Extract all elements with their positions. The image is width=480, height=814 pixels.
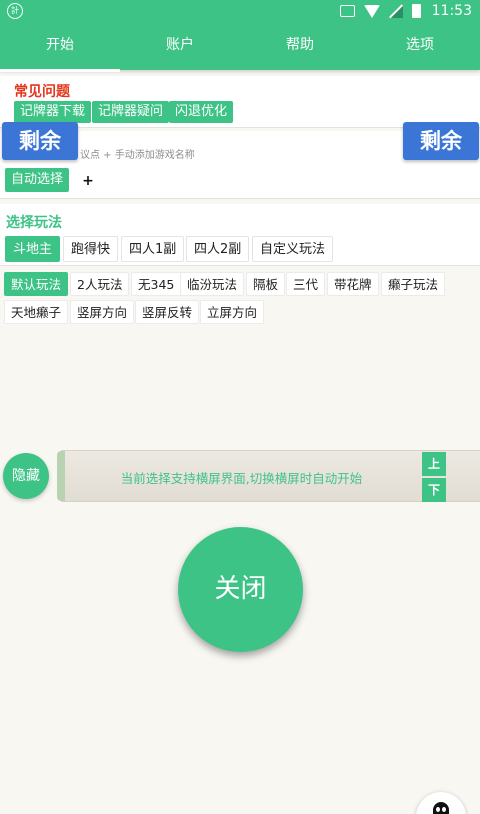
mode-paodekuai[interactable]: 跑得快 (63, 236, 119, 262)
mode-four-player-2-deck[interactable]: 四人2副 (186, 236, 250, 262)
tab-bar: 开始 账户 帮助 选项 (0, 22, 480, 72)
rule-upright[interactable]: 立屏方向 (200, 300, 265, 324)
app-notification-icon: 計 (7, 3, 23, 19)
remaining-cards-badge-left[interactable]: 剩余 (2, 122, 78, 160)
cast-icon (339, 5, 355, 17)
battery-icon (411, 4, 421, 18)
orientation-notice-bar: 当前选择支持横屏界面,切换横屏时自动开始 上 下 (57, 450, 480, 502)
close-button[interactable]: 关闭 (178, 527, 303, 652)
tab-start[interactable]: 开始 (0, 22, 120, 72)
rule-heaven-earth-wild[interactable]: 天地癞子 (4, 300, 69, 324)
rule-linfen[interactable]: 临汾玩法 (180, 272, 245, 296)
rule-variants: 默认玩法 2人玩法 无345 临汾玩法 隔板 三代 带花牌 癞子玩法 天地癞子 … (0, 269, 480, 329)
qq-penguin-icon (433, 802, 449, 814)
tab-options[interactable]: 选项 (360, 22, 480, 70)
faq-crash-fix-button[interactable]: 闪退优化 (169, 101, 234, 123)
rule-wildcard[interactable]: 癞子玩法 (381, 272, 446, 296)
faq-download-button[interactable]: 记牌器下载 (14, 101, 92, 123)
rule-two-player[interactable]: 2人玩法 (70, 272, 130, 296)
hide-button[interactable]: 隐藏 (3, 453, 49, 499)
mode-four-player-1-deck[interactable]: 四人1副 (121, 236, 185, 262)
qq-float-button[interactable] (416, 792, 466, 814)
tab-account[interactable]: 账户 (120, 22, 240, 70)
faq-card: 常见问题 记牌器下载 记牌器疑问 闪退优化 (0, 76, 480, 128)
rule-no-345[interactable]: 无345 (131, 272, 182, 296)
tab-help[interactable]: 帮助 (240, 22, 360, 70)
rule-portrait[interactable]: 竖屏方向 (70, 300, 135, 324)
play-mode-title: 选择玩法 (6, 215, 62, 231)
mode-doudizhu[interactable]: 斗地主 (5, 236, 61, 262)
status-bar: 計 11:53 (0, 0, 480, 22)
faq-title: 常见问题 (14, 84, 70, 100)
add-game-button[interactable]: + (78, 169, 98, 193)
add-game-hint: 议点 + 手动添加游戏名称 (80, 150, 195, 161)
rule-default[interactable]: 默认玩法 (4, 272, 69, 296)
rule-three-with[interactable]: 三代 (286, 272, 326, 296)
mode-custom[interactable]: 自定义玩法 (252, 236, 334, 262)
scroll-up-button[interactable]: 上 (422, 452, 446, 476)
play-mode-card: 选择玩法 斗地主 跑得快 四人1副 四人2副 自定义玩法 (0, 204, 480, 266)
system-icons: 11:53 (339, 2, 472, 20)
no-signal-icon (388, 4, 403, 18)
rule-portrait-reverse[interactable]: 竖屏反转 (135, 300, 200, 324)
clock: 11:53 (431, 3, 472, 19)
auto-select-button[interactable]: 自动选择 (5, 168, 70, 192)
rule-partition[interactable]: 隔板 (246, 272, 286, 296)
remaining-cards-badge-right[interactable]: 剩余 (403, 122, 479, 160)
wifi-icon (363, 4, 380, 18)
rule-flower-cards[interactable]: 带花牌 (327, 272, 379, 296)
scroll-down-button[interactable]: 下 (422, 478, 446, 502)
faq-question-button[interactable]: 记牌器疑问 (92, 101, 170, 123)
orientation-notice-text: 当前选择支持横屏界面,切换横屏时自动开始 (120, 471, 363, 486)
